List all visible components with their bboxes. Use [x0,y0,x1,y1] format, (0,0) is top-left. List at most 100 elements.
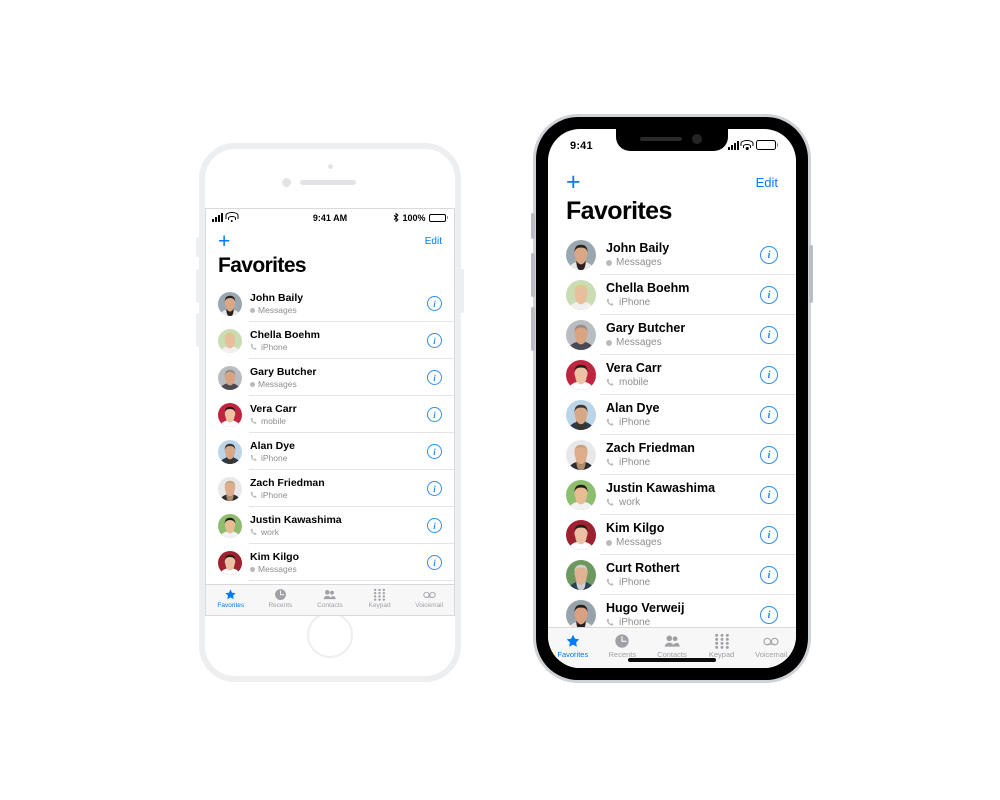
info-button[interactable]: i [760,286,778,304]
phone-handset-icon [606,458,615,467]
tab-keypad[interactable]: Keypad [355,587,405,609]
favorite-row[interactable]: Zach Friedman iPhone i [548,435,796,475]
contact-name: Zach Friedman [606,441,695,455]
phone-handset-icon [606,618,615,627]
favorite-row[interactable]: Zach Friedman iPhone i [206,470,454,507]
info-button[interactable]: i [760,326,778,344]
bluetooth-icon [393,213,400,222]
favorite-row[interactable]: Vera Carr mobile i [206,396,454,433]
info-button[interactable]: i [760,486,778,504]
mute-switch[interactable] [196,237,199,257]
contact-name: Gary Butcher [606,321,686,335]
power-button[interactable] [809,245,813,303]
favorite-row-text: Gary Butcher Messages [606,321,760,349]
tab-favorites[interactable]: Favorites [548,632,598,659]
mute-switch[interactable] [531,213,535,239]
info-button[interactable]: i [760,366,778,384]
avatar [566,240,596,270]
favorite-row[interactable]: Kim Kilgo Messages i [548,515,796,555]
contact-subtitle-label: iPhone [261,452,288,463]
favorite-row-text: Vera Carr mobile [606,361,760,389]
tab-contacts[interactable]: Contacts [647,632,697,659]
favorite-row[interactable]: Alan Dye iPhone i [548,395,796,435]
contact-subtitle: iPhone [606,576,760,589]
favorite-row[interactable]: Chella Boehm iPhone i [206,322,454,359]
contact-subtitle: work [250,527,427,538]
favorites-list-left[interactable]: John Baily Messages i Chella Boehm iPhon… [206,285,454,615]
info-button[interactable]: i [427,407,442,422]
tab-favorites[interactable]: Favorites [206,587,256,609]
contact-subtitle: Messages [250,305,427,316]
volume-up-button[interactable] [196,269,199,303]
volume-up-button[interactable] [531,253,535,297]
notch [616,129,728,151]
favorite-row[interactable]: Justin Kawashima work i [548,475,796,515]
favorite-row[interactable]: Chella Boehm iPhone i [548,275,796,315]
avatar [566,320,596,350]
messages-dot-icon [250,307,255,313]
tab-voicemail[interactable]: Voicemail [746,632,796,659]
contact-subtitle: iPhone [250,490,427,501]
add-favorite-button[interactable]: + [218,231,230,252]
info-button[interactable]: i [427,481,442,496]
favorite-row[interactable]: John Baily Messages i [206,285,454,322]
favorite-row[interactable]: John Baily Messages i [548,235,796,275]
home-indicator[interactable] [628,658,716,662]
status-bar-time: 9:41 AM [312,213,348,223]
edit-button[interactable]: Edit [756,175,778,190]
favorite-row-text: Hugo Verweij iPhone [606,601,760,629]
contact-name: Gary Butcher [250,365,317,378]
home-button[interactable] [307,612,353,658]
info-button[interactable]: i [760,406,778,424]
power-button[interactable] [461,269,464,313]
front-camera-icon [692,134,702,144]
favorite-row-text: Chella Boehm iPhone [250,329,427,353]
tab-label: Favorites [557,650,589,659]
favorite-row[interactable]: Alan Dye iPhone i [206,433,454,470]
favorite-row[interactable]: Vera Carr mobile i [548,355,796,395]
favorite-row[interactable]: Gary Butcher Messages i [548,315,796,355]
people-icon [323,587,337,601]
add-favorite-button[interactable]: + [566,169,581,195]
messages-dot-icon [606,259,612,266]
phone-handset-icon [250,343,258,351]
favorite-row[interactable]: Justin Kawashima work i [206,507,454,544]
tab-bar-left[interactable]: Favorites Recents Contacts Keypad Voicem… [206,584,454,615]
avatar [566,520,596,550]
contact-name: Curt Rothert [606,561,680,575]
favorite-row[interactable]: Gary Butcher Messages i [206,359,454,396]
favorite-row-text: Vera Carr mobile [250,403,427,427]
tab-recents[interactable]: Recents [256,587,306,609]
favorite-row-text: Zach Friedman iPhone [606,441,760,469]
info-button[interactable]: i [760,446,778,464]
info-button[interactable]: i [427,444,442,459]
info-button[interactable]: i [427,296,442,311]
contact-name: Vera Carr [250,402,297,415]
phone-handset-icon [250,417,258,425]
avatar [566,440,596,470]
info-button[interactable]: i [760,606,778,624]
tab-recents[interactable]: Recents [598,632,648,659]
page-title: Favorites [548,195,796,235]
favorite-row[interactable]: Kim Kilgo Messages i [206,544,454,581]
favorites-list-right[interactable]: John Baily Messages i Chella Boehm iPhon… [548,235,796,635]
contact-subtitle: work [606,496,760,509]
info-button[interactable]: i [427,518,442,533]
tab-label: Recents [268,602,293,609]
volume-down-button[interactable] [531,307,535,351]
info-button[interactable]: i [760,246,778,264]
tab-contacts[interactable]: Contacts [305,587,355,609]
info-button[interactable]: i [427,370,442,385]
tab-keypad[interactable]: Keypad [697,632,747,659]
info-button[interactable]: i [760,526,778,544]
info-button[interactable]: i [427,333,442,348]
info-button[interactable]: i [427,555,442,570]
contact-name: Alan Dye [606,401,660,415]
info-button[interactable]: i [760,566,778,584]
clock-icon [614,632,630,649]
volume-down-button[interactable] [196,313,199,347]
tab-voicemail[interactable]: Voicemail [404,587,454,609]
favorite-row[interactable]: Curt Rothert iPhone i [548,555,796,595]
contact-subtitle: iPhone [606,456,760,469]
edit-button[interactable]: Edit [425,236,442,247]
